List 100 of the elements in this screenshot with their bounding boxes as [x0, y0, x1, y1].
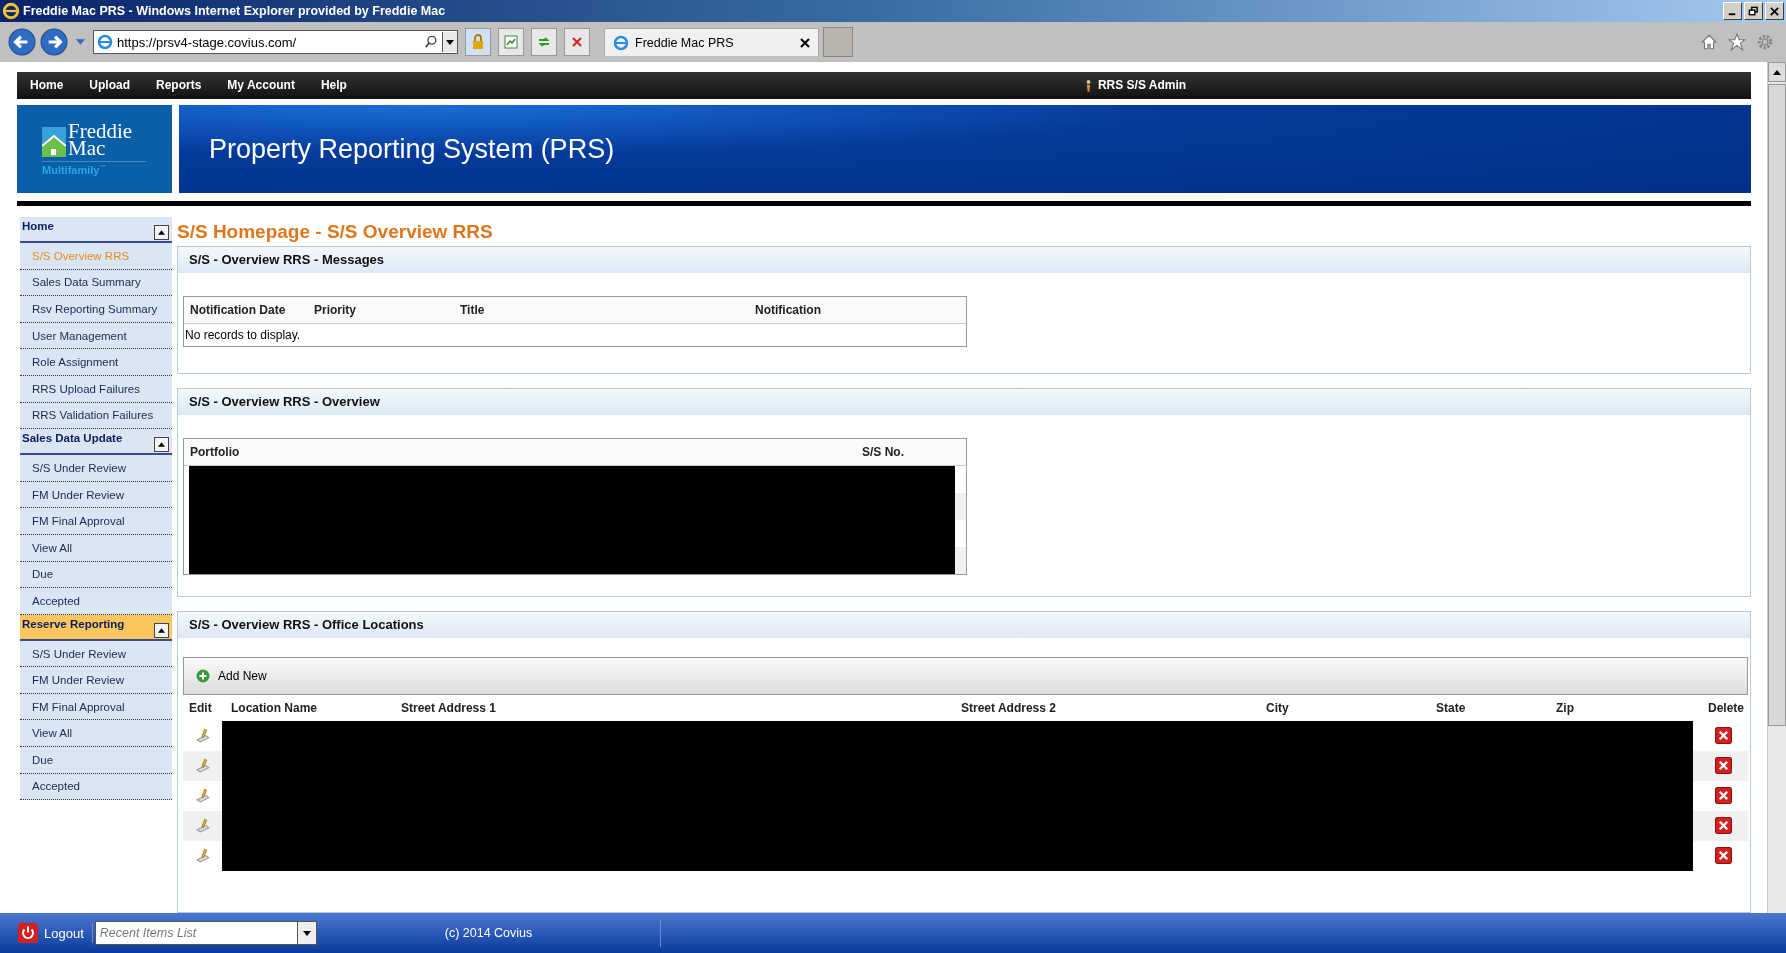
panel-header: S/S - Overview RRS - Messages: [178, 247, 1750, 273]
edit-pencil-icon[interactable]: [195, 727, 212, 745]
star-icon[interactable]: [1728, 33, 1746, 51]
sidebar-section-header[interactable]: Home: [20, 217, 172, 243]
close-tab-icon[interactable]: [800, 37, 810, 48]
column-header[interactable]: Title: [460, 303, 755, 317]
caret-icon[interactable]: [1773, 69, 1781, 75]
nav-link[interactable]: Help: [320, 78, 347, 93]
sidebar-item[interactable]: Due: [20, 561, 172, 589]
sidebar-item[interactable]: Due: [20, 747, 172, 774]
column-header[interactable]: Notification: [755, 303, 966, 317]
page-globe-icon: [97, 34, 113, 50]
sidebar-section-header[interactable]: Reserve Reporting: [20, 614, 172, 641]
dropdown-arrow-icon[interactable]: [76, 39, 85, 45]
address-bar[interactable]: https://prsv4-stage.covius.com/: [93, 30, 458, 54]
column-header[interactable]: Street Address 1: [401, 701, 961, 715]
panel-header: S/S - Overview RRS - Overview: [178, 389, 1750, 415]
address-dropdown-button[interactable]: [442, 32, 457, 52]
edit-pencil-icon[interactable]: [195, 787, 212, 805]
sidebar-item[interactable]: Accepted: [20, 773, 172, 801]
home-icon[interactable]: [1700, 33, 1718, 51]
sidebar-item[interactable]: Role Assignment: [20, 349, 172, 376]
back-button[interactable]: [8, 28, 36, 56]
column-header[interactable]: Delete: [1688, 701, 1748, 715]
sidebar-item[interactable]: Accepted: [20, 588, 172, 615]
panel-header: S/S - Overview RRS - Office Locations: [178, 612, 1750, 638]
person-icon: [1084, 78, 1092, 92]
column-header[interactable]: Zip: [1556, 701, 1688, 715]
nav-link[interactable]: Reports: [156, 78, 202, 93]
delete-button[interactable]: [1715, 787, 1732, 805]
browser-logo-icon: [2, 2, 20, 20]
edit-pencil-icon[interactable]: [195, 757, 212, 775]
search-icon[interactable]: [424, 35, 438, 49]
column-header[interactable]: S/S No.: [862, 445, 966, 459]
sidebar-item[interactable]: View All: [20, 720, 172, 748]
sidebar-item[interactable]: Rsv Reporting Summary: [20, 296, 172, 323]
sidebar-item[interactable]: FM Under Review: [20, 667, 172, 694]
nav-link[interactable]: Upload: [89, 78, 130, 93]
forward-button[interactable]: [40, 28, 68, 56]
recent-items-field[interactable]: Recent Items List: [94, 921, 298, 945]
delete-button[interactable]: [1715, 727, 1732, 745]
caret-icon[interactable]: [158, 230, 165, 235]
sidebar-item[interactable]: S/S Under Review: [20, 455, 172, 482]
plus-icon[interactable]: [196, 669, 210, 683]
column-header[interactable]: City: [1266, 701, 1436, 715]
sidebar-item[interactable]: S/S Under Review: [20, 640, 172, 668]
sidebar-item[interactable]: RRS Validation Failures: [20, 402, 172, 430]
caret-icon[interactable]: [158, 442, 165, 448]
column-header[interactable]: Portfolio: [190, 445, 862, 459]
close-button[interactable]: [1765, 2, 1784, 20]
user-name: RRS S/S Admin: [1097, 78, 1187, 93]
delete-button[interactable]: [1715, 847, 1732, 865]
compatibility-icon[interactable]: [498, 28, 524, 56]
logo-text: Mac: [68, 139, 106, 157]
sidebar-item[interactable]: View All: [20, 534, 172, 562]
column-header[interactable]: Edit: [189, 701, 231, 715]
sidebar-item[interactable]: RRS Upload Failures: [20, 375, 172, 403]
page-globe-icon: [613, 34, 629, 51]
edit-pencil-icon[interactable]: [195, 847, 212, 865]
caret-icon[interactable]: [158, 627, 165, 633]
delete-button[interactable]: [1715, 817, 1732, 835]
scroll-up-button[interactable]: [1768, 62, 1786, 82]
vertical-scrollbar[interactable]: [1767, 62, 1786, 913]
column-header[interactable]: State: [1436, 701, 1556, 715]
column-header[interactable]: Notification Date: [190, 303, 314, 317]
sidebar-item[interactable]: FM Final Approval: [20, 693, 172, 721]
empty-message: No records to display.: [184, 327, 302, 344]
sidebar-item[interactable]: FM Final Approval: [20, 508, 172, 535]
minimize-button[interactable]: [1723, 2, 1742, 20]
copyright-text: (c) 2014 Covius: [444, 926, 533, 940]
collapse-button[interactable]: [154, 225, 169, 240]
caret-icon[interactable]: [302, 930, 311, 936]
restore-icon[interactable]: [1748, 5, 1759, 17]
collapse-button[interactable]: [154, 622, 169, 638]
app-title: Property Reporting System (PRS): [209, 133, 615, 165]
refresh-icon[interactable]: [531, 28, 557, 56]
sidebar-item[interactable]: FM Under Review: [20, 481, 172, 509]
delete-button[interactable]: [1715, 757, 1732, 775]
column-header[interactable]: Priority: [314, 303, 460, 317]
edit-pencil-icon[interactable]: [195, 817, 212, 835]
column-header[interactable]: Location Name: [231, 701, 401, 715]
browser-tab[interactable]: Freddie Mac PRS: [604, 28, 819, 56]
sidebar-item[interactable]: Sales Data Summary: [20, 269, 172, 297]
scrollbar-thumb[interactable]: [1768, 84, 1786, 726]
stop-icon[interactable]: [564, 28, 590, 56]
restore-button[interactable]: [1744, 2, 1763, 20]
add-new-button[interactable]: Add New: [196, 669, 267, 683]
logout-button[interactable]: Logout: [18, 923, 93, 943]
close-icon[interactable]: [1769, 5, 1780, 17]
nav-link[interactable]: Home: [30, 78, 64, 93]
caret-icon[interactable]: [446, 39, 454, 45]
sidebar-section-header[interactable]: Sales Data Update: [20, 429, 172, 456]
nav-link[interactable]: My Account: [227, 78, 295, 93]
lock-icon[interactable]: [465, 28, 491, 56]
collapse-button[interactable]: [154, 437, 169, 453]
window-title: Freddie Mac PRS - Windows Internet Explorer provided by Freddie Mac: [23, 4, 446, 18]
column-header[interactable]: Street Address 2: [961, 701, 1266, 715]
sidebar-item[interactable]: User Management: [20, 322, 172, 350]
power-icon[interactable]: [18, 923, 38, 943]
house-logo-icon: [42, 126, 66, 157]
